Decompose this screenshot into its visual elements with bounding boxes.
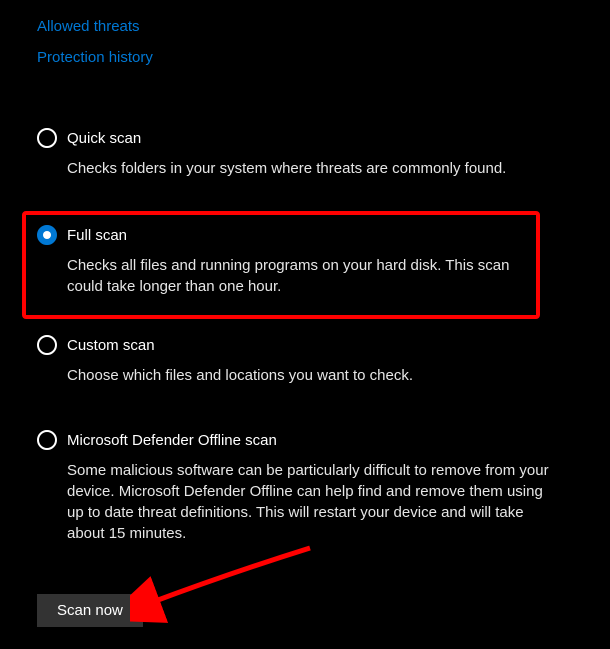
radio-custom[interactable] [37, 335, 57, 355]
scan-option-offline: Microsoft Defender Offline scan Some mal… [0, 422, 610, 552]
option-desc-offline: Some malicious software can be particula… [67, 460, 592, 544]
option-label-full: Full scan [67, 227, 127, 244]
scan-option-quick: Quick scan Checks folders in your system… [0, 120, 610, 187]
option-desc-full: Checks all files and running programs on… [67, 255, 526, 297]
radio-row-full[interactable]: Full scan [37, 225, 526, 245]
scan-options-group: Quick scan Checks folders in your system… [0, 120, 610, 552]
scan-option-full: Full scan Checks all files and running p… [22, 211, 540, 319]
scan-now-button[interactable]: Scan now [37, 594, 143, 627]
option-desc-quick: Checks folders in your system where thre… [67, 158, 592, 179]
scan-option-custom: Custom scan Choose which files and locat… [0, 327, 610, 394]
annotation-arrow-icon [130, 538, 330, 628]
option-label-custom: Custom scan [67, 337, 155, 354]
protection-history-link[interactable]: Protection history [37, 49, 610, 66]
radio-row-quick[interactable]: Quick scan [37, 128, 592, 148]
option-label-offline: Microsoft Defender Offline scan [67, 432, 277, 449]
option-desc-custom: Choose which files and locations you wan… [67, 365, 592, 386]
option-label-quick: Quick scan [67, 130, 141, 147]
allowed-threats-link[interactable]: Allowed threats [37, 18, 610, 35]
radio-quick[interactable] [37, 128, 57, 148]
radio-row-custom[interactable]: Custom scan [37, 335, 592, 355]
radio-row-offline[interactable]: Microsoft Defender Offline scan [37, 430, 592, 450]
radio-full[interactable] [37, 225, 57, 245]
radio-offline[interactable] [37, 430, 57, 450]
